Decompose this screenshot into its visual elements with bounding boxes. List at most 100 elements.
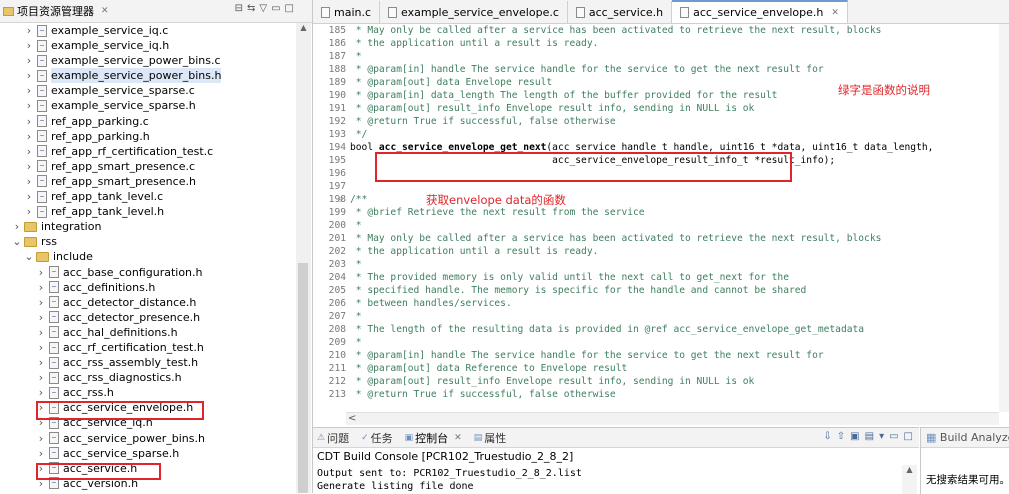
tree-file-item[interactable]: › acc_detector_distance.h [0, 295, 296, 310]
close-icon[interactable]: ✕ [101, 6, 109, 16]
chevron-right-icon[interactable]: › [24, 174, 34, 189]
code-line[interactable]: 203 * [313, 258, 999, 271]
tree-file-item[interactable]: › example_service_iq.c [0, 23, 296, 38]
editor-tab[interactable]: acc_service.h [568, 1, 673, 23]
chevron-right-icon[interactable]: › [36, 265, 46, 280]
chevron-right-icon[interactable]: › [36, 370, 46, 385]
tree-file-item[interactable]: › ref_app_parking.h [0, 129, 296, 144]
scroll-up-icon[interactable]: ▲ [296, 23, 311, 35]
tree-file-item[interactable]: › example_service_sparse.c [0, 83, 296, 98]
chevron-right-icon[interactable]: › [12, 219, 22, 234]
tree-folder-include[interactable]: ⌄ include [0, 249, 296, 264]
code-line[interactable]: 185 * May only be called after a service… [313, 24, 999, 37]
editor-tab[interactable]: acc_service_envelope.h ✕ [672, 0, 848, 23]
tree-folder-integration[interactable]: › integration [0, 219, 296, 234]
tree-file-item[interactable]: › ref_app_smart_presence.h [0, 174, 296, 189]
code-line[interactable]: 208 * The length of the resulting data i… [313, 323, 999, 336]
tree-file-item[interactable]: › ref_app_rf_certification_test.c [0, 144, 296, 159]
chevron-down-icon[interactable]: ⌄ [24, 249, 34, 264]
code-line[interactable]: 193 */ [313, 128, 999, 141]
tree-file-item[interactable]: › acc_service_sparse.h [0, 446, 296, 461]
link-with-editor-icon[interactable]: ⇆ [247, 3, 255, 14]
code-line[interactable]: 186 * the application until a result is … [313, 37, 999, 50]
tree-file-item[interactable]: › example_service_iq.h [0, 38, 296, 53]
chevron-right-icon[interactable]: › [24, 68, 34, 83]
tree-file-item[interactable]: › example_service_power_bins.h [0, 68, 296, 84]
chevron-right-icon[interactable]: › [24, 114, 34, 129]
chevron-right-icon[interactable]: › [36, 295, 46, 310]
code-line[interactable]: 210 * @param[in] handle The service hand… [313, 349, 999, 362]
chevron-right-icon[interactable]: › [24, 189, 34, 204]
code-line[interactable]: 198 ⊖ /** [313, 193, 999, 206]
chevron-right-icon[interactable]: › [24, 204, 34, 219]
chevron-right-icon[interactable]: › [36, 340, 46, 355]
chevron-right-icon[interactable]: › [24, 98, 34, 113]
chevron-right-icon[interactable]: › [24, 53, 34, 68]
tree-file-item[interactable]: › acc_hal_definitions.h [0, 325, 296, 340]
tree-file-item[interactable]: › ref_app_tank_level.h [0, 204, 296, 219]
editor-vertical-scrollbar[interactable] [999, 24, 1009, 412]
close-icon[interactable]: ✕ [454, 433, 462, 443]
chevron-right-icon[interactable]: › [36, 355, 46, 370]
project-explorer-tab[interactable]: 项目资源管理器 ✕ ⊟ ⇆ ▽ ▭ □ [0, 0, 312, 23]
code-line[interactable]: 205 * specified handle. The memory is sp… [313, 284, 999, 297]
tree-folder-rss[interactable]: ⌄ rss [0, 234, 296, 249]
new-console-icon[interactable]: ▾ [879, 431, 884, 442]
scroll-lock-icon[interactable]: ⇩ [823, 431, 831, 442]
tree-file-item[interactable]: › ref_app_parking.c [0, 114, 296, 129]
maximize-icon[interactable]: □ [285, 3, 294, 14]
minimize-icon[interactable]: ▭ [889, 431, 898, 442]
tree-file-item[interactable]: › ref_app_smart_presence.c [0, 159, 296, 174]
code-line[interactable]: 187 * [313, 50, 999, 63]
tree-scrollbar-thumb[interactable] [298, 263, 308, 493]
tree-file-item[interactable]: › acc_rss.h [0, 385, 296, 400]
code-line[interactable]: 213 * @return True if successful, false … [313, 388, 999, 401]
chevron-right-icon[interactable]: › [36, 385, 46, 400]
console-tab[interactable]: ▤ 属性 [474, 430, 507, 446]
code-line[interactable]: 191 * @param[out] result_info Envelope r… [313, 102, 999, 115]
code-line[interactable]: 206 * between handles/services. [313, 297, 999, 310]
chevron-right-icon[interactable]: › [24, 38, 34, 53]
tree-file-item[interactable]: › example_service_sparse.h [0, 98, 296, 113]
view-menu-icon[interactable]: ▽ [259, 3, 267, 14]
chevron-right-icon[interactable]: › [36, 325, 46, 340]
tree-scrollbar[interactable]: ▲ [296, 23, 311, 493]
code-line[interactable]: 188 * @param[in] handle The service hand… [313, 63, 999, 76]
chevron-right-icon[interactable]: › [24, 83, 34, 98]
pin-console-icon[interactable]: ⇧ [837, 431, 845, 442]
editor-tab[interactable]: main.c [313, 1, 381, 23]
tree-file-item[interactable]: › acc_rss_diagnostics.h [0, 370, 296, 385]
tree-file-item[interactable]: › acc_rss_assembly_test.h [0, 355, 296, 370]
console-tab[interactable]: ✓ 任务 [361, 430, 393, 446]
editor-horizontal-scrollbar[interactable]: < [346, 412, 999, 425]
chevron-right-icon[interactable]: › [36, 431, 46, 446]
chevron-right-icon[interactable]: › [24, 159, 34, 174]
chevron-right-icon[interactable]: › [36, 310, 46, 325]
code-line[interactable]: 207 * [313, 310, 999, 323]
console-tab[interactable]: ▣ 控制台 ✕ [405, 430, 462, 446]
chevron-right-icon[interactable]: › [24, 144, 34, 159]
code-line[interactable]: 204 * The provided memory is only valid … [313, 271, 999, 284]
tree-file-item[interactable]: › acc_base_configuration.h [0, 265, 296, 280]
collapse-all-icon[interactable]: ⊟ [235, 3, 243, 14]
chevron-right-icon[interactable]: › [36, 446, 46, 461]
scroll-left-icon[interactable]: < [348, 413, 356, 424]
code-line[interactable]: 192 * @return True if successful, false … [313, 115, 999, 128]
clear-console-icon[interactable]: ▣ [850, 431, 859, 442]
build-analyzer-tab[interactable]: ▦ Build Analyzer [921, 428, 1009, 448]
code-line[interactable]: 212 * @param[out] result_info Envelope r… [313, 375, 999, 388]
editor-tab[interactable]: example_service_envelope.c [380, 1, 568, 23]
tree-file-item[interactable]: › acc_service_power_bins.h [0, 431, 296, 446]
tree-file-item[interactable]: › acc_definitions.h [0, 280, 296, 295]
fold-toggle-icon[interactable]: ⊖ [338, 193, 343, 206]
minimize-icon[interactable]: ▭ [271, 3, 280, 14]
console-tab[interactable]: ⚠ 问题 [317, 430, 349, 446]
code-line[interactable]: 201 * May only be called after a service… [313, 232, 999, 245]
console-scrollbar[interactable]: ▲ [902, 465, 917, 494]
tree-file-item[interactable]: › ref_app_tank_level.c [0, 189, 296, 204]
tree-file-item[interactable]: › acc_rf_certification_test.h [0, 340, 296, 355]
chevron-right-icon[interactable]: › [24, 129, 34, 144]
maximize-icon[interactable]: □ [904, 431, 913, 442]
tree-file-item[interactable]: › example_service_power_bins.c [0, 53, 296, 68]
code-line[interactable]: 209 * [313, 336, 999, 349]
